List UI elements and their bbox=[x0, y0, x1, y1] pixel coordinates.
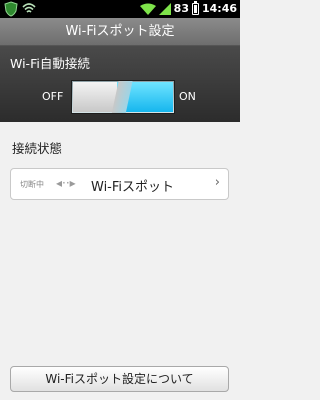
battery-percent: 83 bbox=[173, 2, 189, 15]
connection-status-label: 接続状態 bbox=[12, 141, 63, 156]
clock: 14:46 bbox=[201, 2, 237, 15]
auto-connect-section: Wi-Fi自動接続 OFF ON bbox=[0, 46, 240, 122]
wifi-notification-icon bbox=[22, 3, 36, 13]
toggle-off-label: OFF bbox=[42, 90, 64, 103]
about-wifi-spot-settings-button[interactable]: Wi-Fiスポット設定について bbox=[10, 366, 229, 392]
page-title: Wi-Fiスポット設定 bbox=[0, 18, 240, 46]
toggle-on-label: ON bbox=[179, 90, 196, 103]
wifi-spot-name: Wi-Fiスポット bbox=[91, 180, 175, 195]
auto-connect-label: Wi-Fi自動接続 bbox=[10, 56, 90, 71]
wifi-spot-item[interactable]: 切断中 ◂··▸ Wi-Fiスポット › bbox=[10, 168, 229, 200]
auto-connect-toggle[interactable] bbox=[71, 80, 175, 114]
cell-signal-icon bbox=[158, 3, 171, 15]
disconnected-arrows-icon: ◂··▸ bbox=[56, 176, 76, 190]
wifi-signal-icon bbox=[139, 3, 156, 15]
chevron-right-icon: › bbox=[214, 175, 220, 190]
connection-status-text: 切断中 bbox=[20, 180, 44, 189]
shield-app-icon bbox=[4, 1, 18, 17]
status-bar: 83 14:46 bbox=[0, 0, 240, 18]
battery-icon bbox=[191, 1, 199, 15]
